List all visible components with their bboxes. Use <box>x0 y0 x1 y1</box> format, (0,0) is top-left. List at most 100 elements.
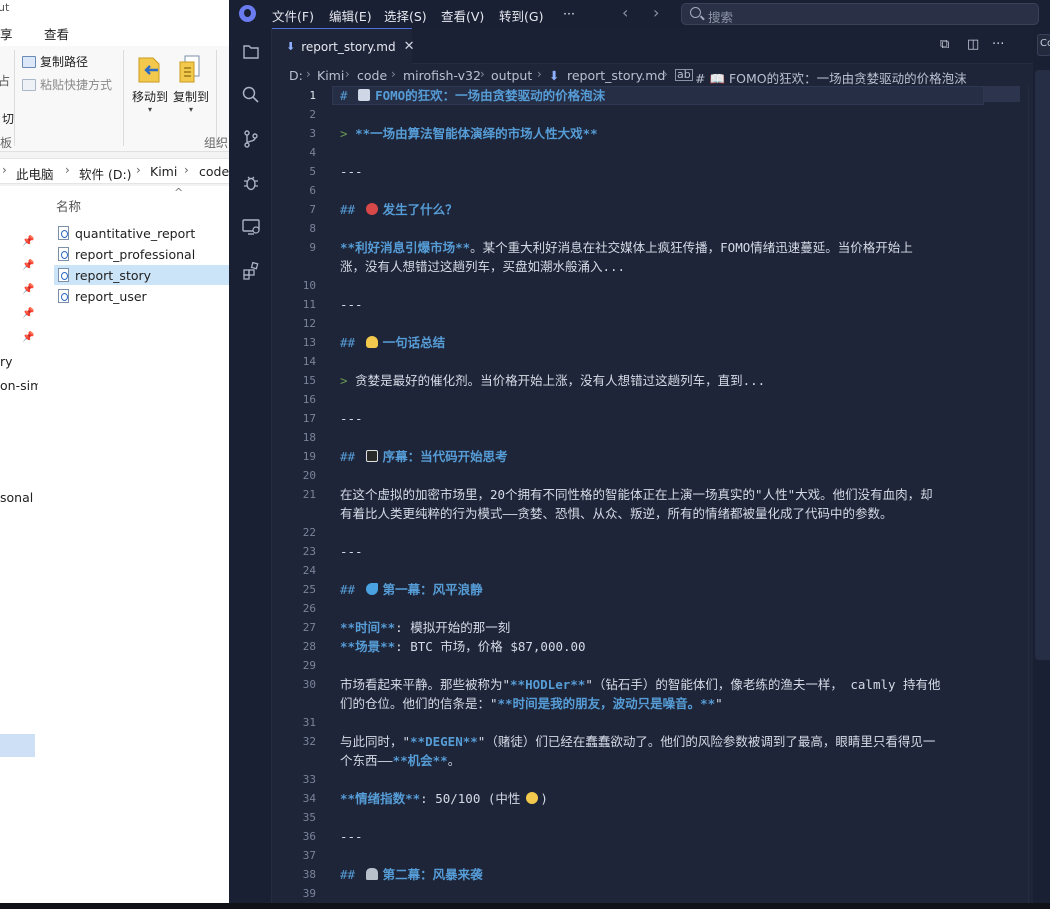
address-crumb-drive[interactable]: 软件 (D:) <box>79 164 132 183</box>
vscode-window: 文件(F) 编辑(E) 选择(S) 查看(V) 转到(G) ··· ‹ › 搜索 <box>229 0 1050 903</box>
run-debug-icon[interactable] <box>241 173 261 193</box>
minimap[interactable] <box>984 86 1020 903</box>
question-mark-emoji-icon <box>365 203 378 215</box>
code-line-21: 在这个虚拟的加密市场里，20个拥有不同性格的智能体正在上演一场真实的"人性"大戏… <box>340 487 933 502</box>
menu-go[interactable]: 转到(G) <box>499 6 543 25</box>
file-row[interactable]: quantitative_report <box>54 223 229 243</box>
explorer-menu-fragment: ut <box>0 1 10 14</box>
activity-bar <box>229 28 272 903</box>
forward-arrow-icon[interactable]: › <box>653 3 659 22</box>
copy-to-icon <box>177 54 205 84</box>
app-logo-icon <box>239 5 256 22</box>
menu-view[interactable]: 查看(V) <box>441 6 484 25</box>
line-number: 12 <box>302 317 316 330</box>
more-actions-icon[interactable]: ··· <box>992 37 1004 52</box>
breadcrumb-item[interactable]: Kimi <box>317 68 344 83</box>
close-icon[interactable]: ✕ <box>404 39 415 54</box>
move-to-button[interactable]: 移动到 ▾ <box>130 54 170 114</box>
line-number: 14 <box>302 355 316 368</box>
line-number: 25 <box>302 583 316 596</box>
breadcrumb-item[interactable]: code <box>357 68 387 83</box>
line-number: 9 <box>309 241 316 254</box>
pin-icon: 📌 <box>22 332 35 343</box>
breadcrumb-item[interactable]: mirofish-v32 <box>403 68 481 83</box>
file-row-selected[interactable]: report_story <box>54 265 229 285</box>
chat-panel-button[interactable]: Co <box>1037 34 1050 56</box>
markdown-file-icon <box>58 289 69 303</box>
file-explorer-window: ut 享 查看 占 切 板 复制路径 粘贴快捷方式 移动到 ▾ 复制到 ▾ 组织… <box>0 0 229 903</box>
address-crumb-this-pc[interactable]: 此电脑 <box>16 164 54 183</box>
address-crumb-code[interactable]: code <box>199 164 229 179</box>
menu-file[interactable]: 文件(F) <box>272 6 314 25</box>
minimap-slider[interactable] <box>984 86 1020 102</box>
ribbon-cut-fragment[interactable]: 切 <box>2 110 14 127</box>
file-row[interactable]: report_professional <box>54 244 229 264</box>
code-line-17: --- <box>340 411 363 426</box>
remote-explorer-icon[interactable] <box>241 217 261 237</box>
code-line-34: **情绪指数**: 50/100 (中性) <box>340 791 548 806</box>
code-line-36: --- <box>340 829 363 844</box>
code-line-7: ## 发生了什么？ <box>340 202 458 217</box>
search-icon <box>690 7 701 18</box>
line-number: 10 <box>302 279 316 292</box>
pin-icon: 📌 <box>22 260 35 271</box>
nav-item-fragment[interactable]: on-sim <box>0 378 42 393</box>
markdown-editor[interactable]: 1 2 3 4 5 6 7 8 9 10 11 12 13 14 15 16 1… <box>272 86 1050 903</box>
command-search-box[interactable]: 搜索 <box>681 3 1039 25</box>
extensions-icon[interactable] <box>241 261 261 281</box>
explorer-address-bar[interactable]: › 此电脑 › 软件 (D:) › Kimi › code <box>0 158 229 184</box>
code-line-21-wrap: 有着比人类更纯粹的行为模式——贪婪、恐惧、从众、叛逆，所有的情绪都被量化成了代码… <box>340 506 893 521</box>
breadcrumb: D: › Kimi › code › mirofish-v32 › output… <box>272 64 1050 86</box>
source-control-icon[interactable] <box>241 129 261 149</box>
line-number: 32 <box>302 735 316 748</box>
nav-selected-item[interactable] <box>0 734 35 757</box>
breadcrumb-item[interactable]: # 📖 FOMO的狂欢：一场由贪婪驱动的价格泡沫 <box>695 68 967 87</box>
code-line-9: **利好消息引爆市场**。某个重大利好消息在社交媒体上疯狂传播，FOMO情绪迅速… <box>340 240 913 255</box>
tornado-emoji-icon <box>365 868 378 880</box>
address-crumb-kimi[interactable]: Kimi <box>150 164 177 179</box>
column-header-name[interactable]: 名称 <box>56 196 81 215</box>
markdown-download-icon: ⬇ <box>549 68 560 83</box>
clapperboard-emoji-icon <box>365 450 378 462</box>
search-view-icon[interactable] <box>241 85 261 105</box>
line-number: 37 <box>302 849 316 862</box>
line-number: 17 <box>302 412 316 425</box>
line-number: 11 <box>302 298 316 311</box>
line-number: 27 <box>302 621 316 634</box>
line-number: 36 <box>302 830 316 843</box>
breadcrumb-item[interactable]: output <box>491 68 532 83</box>
paste-shortcut-button[interactable]: 粘贴快捷方式 <box>22 76 112 93</box>
open-preview-icon[interactable]: ⧉ <box>940 37 949 52</box>
line-number: 33 <box>302 773 316 786</box>
explorer-menu-share[interactable]: 享 <box>0 24 13 43</box>
line-number: 34 <box>302 792 316 805</box>
secondary-side-panel: Co <box>1033 28 1050 903</box>
menu-edit[interactable]: 编辑(E) <box>329 6 372 25</box>
line-number: 28 <box>302 640 316 653</box>
split-editor-icon[interactable]: ◫ <box>967 37 979 52</box>
line-number: 15 <box>302 374 316 387</box>
code-line-15: > 贪婪是最好的催化剂。当价格开始上涨，没有人想错过这趟列车，直到... <box>340 373 766 388</box>
explorer-menu-view[interactable]: 查看 <box>44 24 69 43</box>
back-arrow-icon[interactable]: ‹ <box>622 3 628 22</box>
code-line-23: --- <box>340 544 363 559</box>
tab-report-story[interactable]: ⬇ report_story.md ✕ <box>272 28 415 64</box>
taskbar-edge <box>0 903 1050 909</box>
nav-item-fragment[interactable]: sonal <box>0 490 33 505</box>
code-line-9-wrap: 涨，没有人想错过这趟列车，买盘如潮水般涌入... <box>340 259 626 274</box>
menu-more[interactable]: ··· <box>563 6 575 21</box>
breadcrumb-item[interactable]: report_story.md <box>567 68 665 83</box>
menu-selection[interactable]: 选择(S) <box>384 6 427 25</box>
breadcrumb-item[interactable]: D: <box>289 68 303 83</box>
copy-to-button[interactable]: 复制到 ▾ <box>171 54 211 114</box>
line-number: 8 <box>309 222 316 235</box>
markdown-file-icon <box>58 226 69 240</box>
file-row[interactable]: report_user <box>54 286 229 306</box>
copy-path-button[interactable]: 复制路径 <box>22 53 88 70</box>
explorer-menubar: ut 享 查看 <box>0 0 229 46</box>
line-number: 19 <box>302 450 316 463</box>
nav-item-fragment[interactable]: ry <box>0 354 13 369</box>
explorer-files-icon[interactable] <box>241 42 261 62</box>
line-number: 18 <box>302 431 316 444</box>
line-number: 6 <box>309 184 316 197</box>
